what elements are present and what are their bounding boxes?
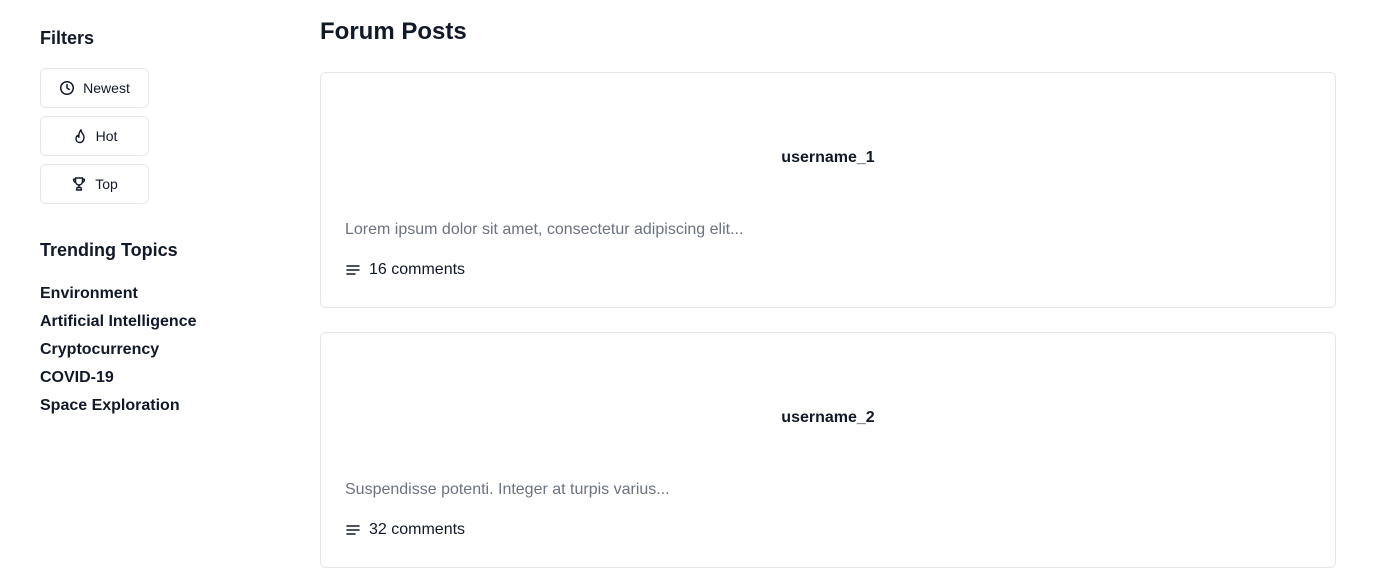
filter-top-label: Top xyxy=(95,176,118,192)
post-comments-count: 16 comments xyxy=(369,261,466,278)
filter-newest-label: Newest xyxy=(83,80,130,96)
topic-environment[interactable]: Environment xyxy=(40,280,280,308)
post-comments-link[interactable]: 16 comments xyxy=(345,261,465,279)
text-lines-icon xyxy=(345,262,361,278)
filter-hot-label: Hot xyxy=(95,128,118,144)
sidebar: Filters Newest Hot Top Trending Topics E… xyxy=(40,26,280,420)
app-layout: Filters Newest Hot Top Trending Topics E… xyxy=(0,0,1376,584)
page-title: Forum Posts xyxy=(320,18,467,45)
main-content: Forum Posts username_1 Lorem ipsum dolor… xyxy=(320,16,1336,584)
post-comments-link[interactable]: 32 comments xyxy=(345,521,465,539)
post-excerpt: Lorem ipsum dolor sit amet, consectetur … xyxy=(345,221,744,238)
filters-heading: Filters xyxy=(40,28,95,48)
filter-hot-button[interactable]: Hot xyxy=(40,116,149,156)
post-comments-count: 32 comments xyxy=(369,521,466,538)
text-lines-icon xyxy=(345,522,361,538)
filter-list: Newest Hot Top xyxy=(40,68,280,204)
trending-topics-list: Environment Artificial Intelligence Cryp… xyxy=(40,280,280,420)
post-card[interactable]: username_1 Lorem ipsum dolor sit amet, c… xyxy=(320,72,1336,308)
post-card[interactable]: username_2 Suspendisse potenti. Integer … xyxy=(320,332,1336,568)
trophy-icon xyxy=(71,176,87,192)
trending-topics-heading: Trending Topics xyxy=(40,240,178,260)
clock-icon xyxy=(59,80,75,96)
post-username[interactable]: username_2 xyxy=(321,409,1335,427)
post-username[interactable]: username_1 xyxy=(321,149,1335,167)
topic-cryptocurrency[interactable]: Cryptocurrency xyxy=(40,336,280,364)
post-excerpt: Suspendisse potenti. Integer at turpis v… xyxy=(345,481,670,498)
topic-artificial-intelligence[interactable]: Artificial Intelligence xyxy=(40,308,280,336)
filter-newest-button[interactable]: Newest xyxy=(40,68,149,108)
filter-top-button[interactable]: Top xyxy=(40,164,149,204)
topic-covid-19[interactable]: COVID-19 xyxy=(40,364,280,392)
flame-icon xyxy=(72,128,88,144)
topic-space-exploration[interactable]: Space Exploration xyxy=(40,392,280,420)
